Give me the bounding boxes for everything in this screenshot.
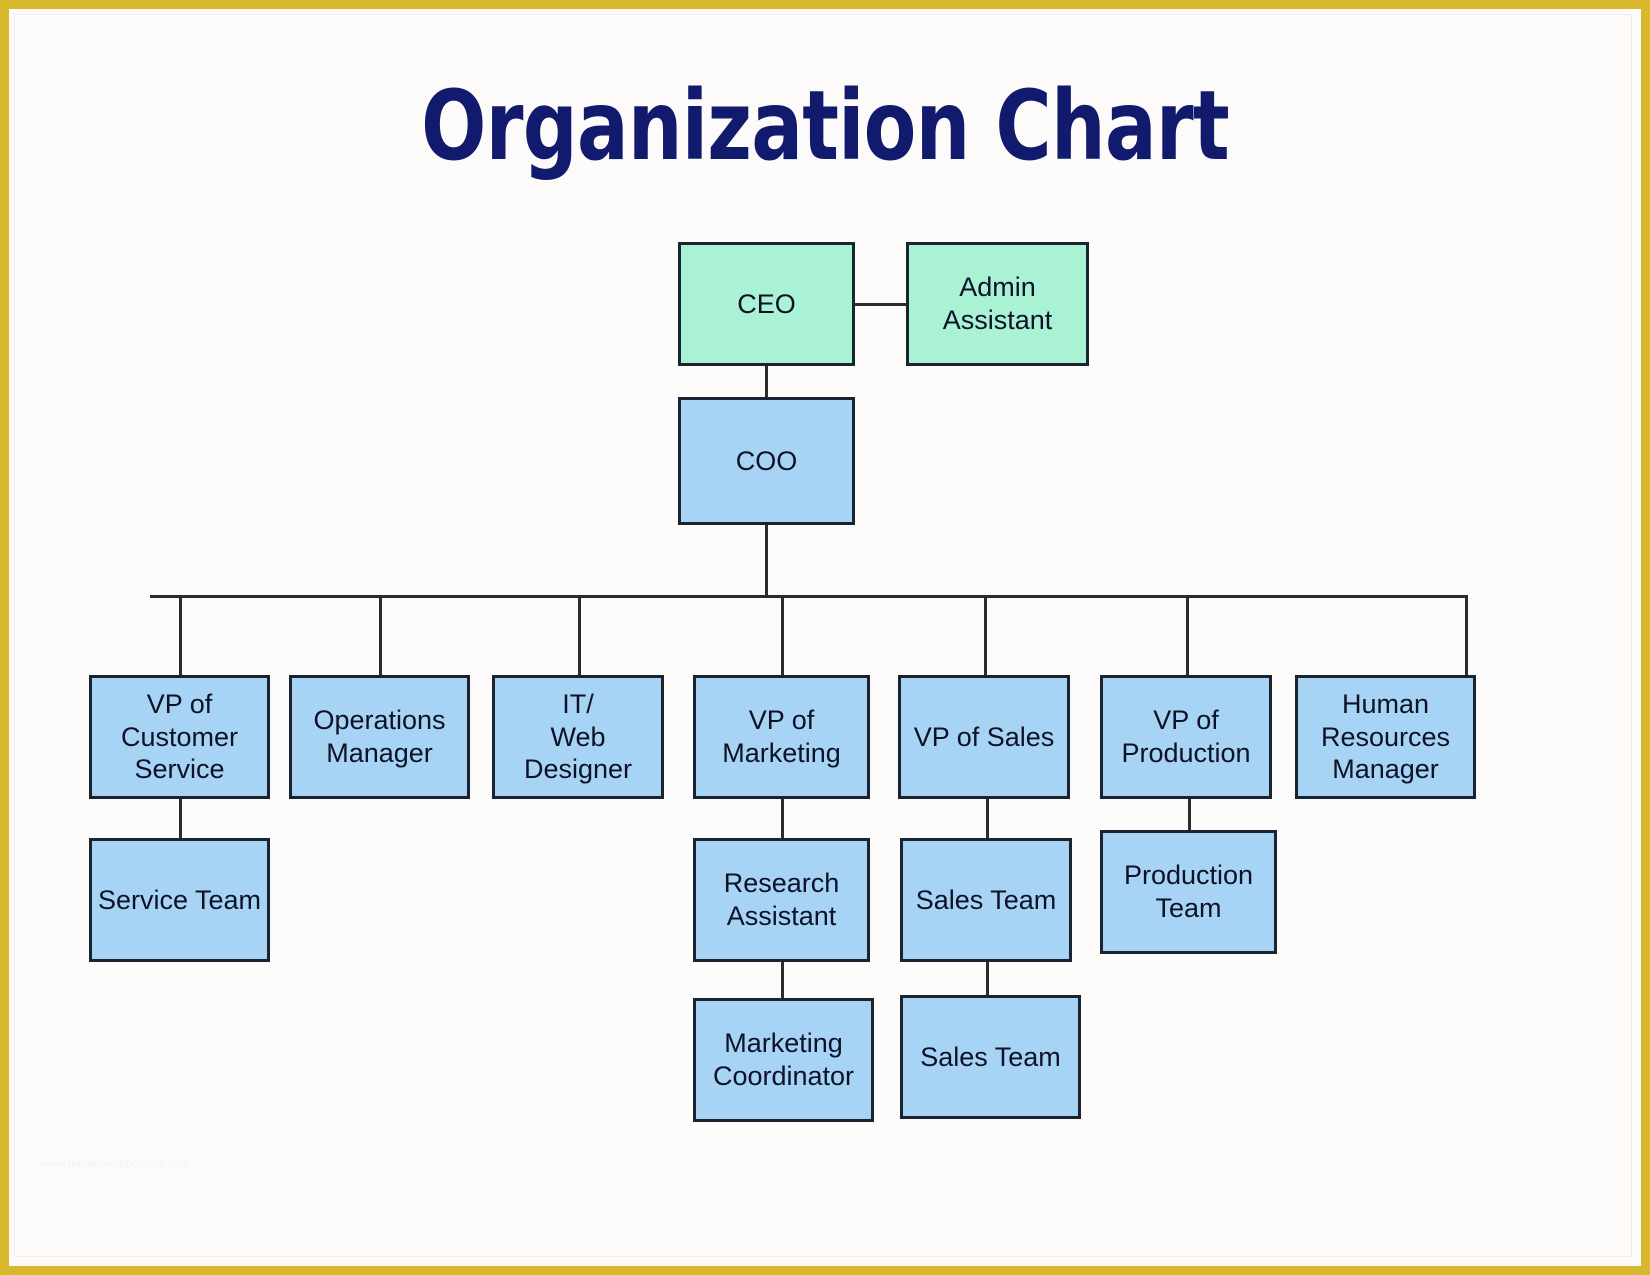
organization-chart-page: Organization Chart CEO Admin Assistant COO… (0, 0, 1650, 1275)
org-node-res_asst[interactable]: Research Assistant (693, 838, 870, 962)
org-node-vp_sales[interactable]: VP of Sales (898, 675, 1070, 799)
org-node-ops_mgr[interactable]: Operations Manager (289, 675, 470, 799)
manager-bus (150, 595, 1468, 598)
bus-to-hr-mgr (1465, 595, 1468, 675)
ceo-to-coo-link (765, 366, 768, 397)
org-node-svc_team[interactable]: Service Team (89, 838, 270, 962)
research-to-mkt-coord (781, 962, 784, 998)
org-node-label: Sales Team (915, 884, 1057, 915)
org-node-label: CEO (737, 288, 796, 319)
org-node-label: Human Resources Manager (1320, 688, 1451, 785)
org-node-vp_mkt[interactable]: VP of Marketing (693, 675, 870, 799)
page-border-right (1641, 0, 1650, 1275)
org-node-label: Research Assistant (723, 868, 840, 931)
vp-sales-to-sales-team (986, 799, 989, 838)
org-node-coo[interactable]: COO (678, 397, 855, 525)
org-node-label: VP of Production (1121, 705, 1251, 768)
org-node-label: Marketing Coordinator (712, 1028, 855, 1091)
org-node-sales_tm_1[interactable]: Sales Team (900, 838, 1072, 962)
page-border-bottom (0, 1266, 1650, 1275)
sales-team-to-sales-2 (986, 962, 989, 995)
vp-prod-to-prod-team (1188, 799, 1191, 830)
coo-to-bus-link (765, 525, 768, 595)
bus-to-vp-cs (179, 595, 182, 675)
page-border-left (0, 0, 9, 1275)
page-border-top (0, 0, 1650, 9)
org-node-vp_prod[interactable]: VP of Production (1100, 675, 1272, 799)
org-node-label: Sales Team (920, 1041, 1061, 1072)
org-node-hr_mgr[interactable]: Human Resources Manager (1295, 675, 1476, 799)
vp-cs-to-service-team (179, 799, 182, 838)
org-node-label: Operations Manager (313, 705, 446, 768)
bus-to-ops-mgr (379, 595, 382, 675)
org-node-label: Production Team (1123, 860, 1254, 923)
org-node-ceo[interactable]: CEO (678, 242, 855, 366)
vp-mkt-to-research (781, 799, 784, 838)
org-node-prod_team[interactable]: Production Team (1100, 830, 1277, 954)
org-node-label: IT/ Web Designer (523, 688, 633, 785)
org-node-label: Admin Assistant (942, 272, 1053, 335)
org-node-sales_tm_2[interactable]: Sales Team (900, 995, 1081, 1119)
org-node-label: Service Team (97, 884, 262, 915)
bus-to-vp-mkt (781, 595, 784, 675)
org-node-label: VP of Sales (913, 721, 1055, 752)
org-node-label: VP of Marketing (722, 705, 841, 768)
org-node-admin[interactable]: Admin Assistant (906, 242, 1089, 366)
org-node-label: VP of Customer Service (120, 688, 239, 785)
ceo-to-admin-link (855, 303, 906, 306)
org-node-it_web[interactable]: IT/ Web Designer (492, 675, 664, 799)
bus-to-vp-prod (1186, 595, 1189, 675)
org-node-label: COO (735, 445, 798, 476)
bus-to-vp-sales (984, 595, 987, 675)
org-node-vp_cs[interactable]: VP of Customer Service (89, 675, 270, 799)
bus-to-it-web (578, 595, 581, 675)
org-node-mkt_coord[interactable]: Marketing Coordinator (693, 998, 874, 1122)
page-title: Organization Chart (421, 70, 1230, 182)
watermark-text: www.thenetworkposters.com (40, 1158, 190, 1170)
